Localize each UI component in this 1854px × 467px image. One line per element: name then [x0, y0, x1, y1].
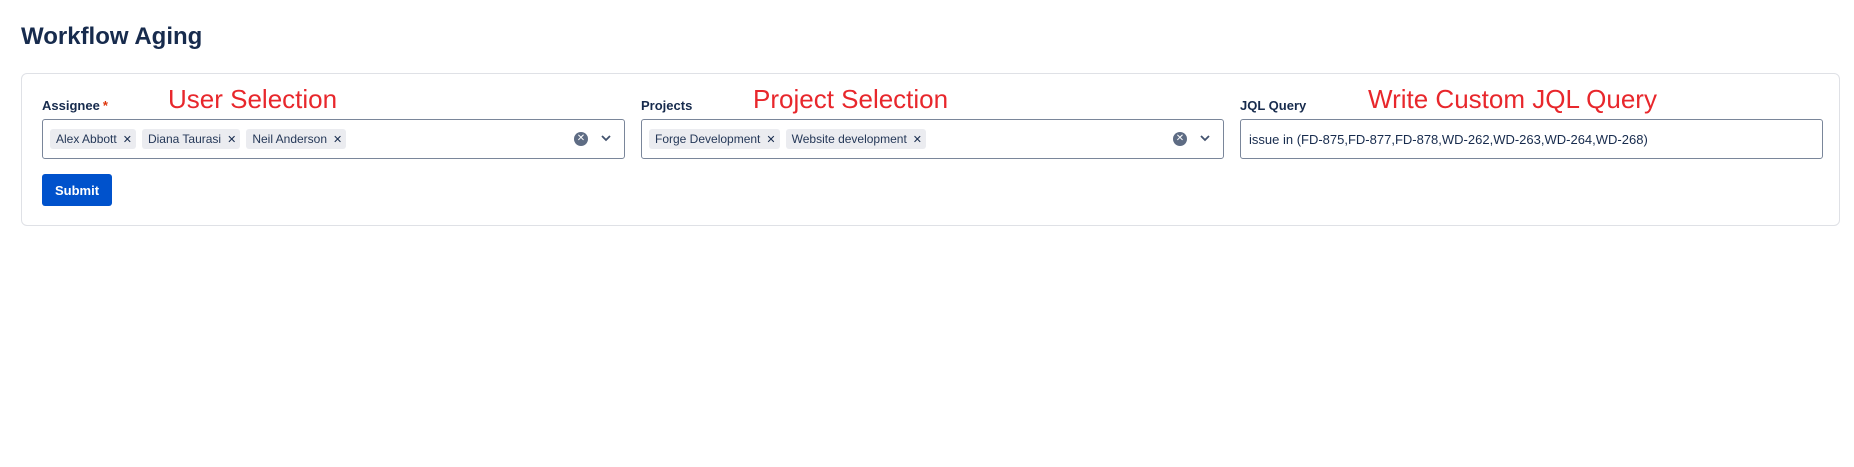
chevron-down-icon[interactable]	[598, 130, 614, 146]
submit-button[interactable]: Submit	[42, 174, 112, 206]
close-icon[interactable]: ✕	[333, 133, 342, 146]
clear-icon[interactable]: ✕	[1173, 132, 1187, 146]
tag-label: Website development	[791, 132, 907, 146]
assignee-select[interactable]: Alex Abbott ✕ Diana Taurasi ✕ Neil Ander…	[42, 119, 625, 159]
close-icon[interactable]: ✕	[766, 133, 775, 146]
required-indicator: *	[102, 98, 108, 113]
assignee-tags: Alex Abbott ✕ Diana Taurasi ✕ Neil Ander…	[50, 129, 347, 149]
projects-tags: Forge Development ✕ Website development …	[649, 129, 927, 149]
projects-annotation: Project Selection	[753, 84, 949, 114]
assignee-label-text: Assignee	[42, 98, 100, 113]
tag-label: Forge Development	[655, 132, 761, 146]
jql-annotation: Write Custom JQL Query	[1368, 84, 1657, 114]
assignee-annotation: User Selection	[168, 84, 338, 114]
project-tag: Website development ✕	[785, 129, 927, 149]
assignee-tag: Neil Anderson ✕	[246, 129, 347, 149]
clear-icon[interactable]: ✕	[574, 132, 588, 146]
assignee-tag: Diana Taurasi ✕	[141, 129, 241, 149]
project-tag: Forge Development ✕	[649, 129, 780, 149]
assignee-label: Assignee *	[42, 98, 108, 113]
tag-label: Neil Anderson	[252, 132, 328, 146]
close-icon[interactable]: ✕	[913, 133, 922, 146]
assignee-tag: Alex Abbott ✕	[50, 129, 136, 149]
tag-label: Diana Taurasi	[147, 132, 222, 146]
close-icon[interactable]: ✕	[227, 133, 236, 146]
chevron-down-icon[interactable]	[1197, 130, 1213, 146]
jql-query-input[interactable]	[1240, 119, 1823, 159]
projects-label: Projects	[641, 98, 693, 113]
close-icon[interactable]: ✕	[123, 133, 132, 146]
tag-label: Alex Abbott	[56, 132, 117, 146]
jql-label: JQL Query	[1240, 98, 1307, 113]
filter-panel: Assignee * User Selection Alex Abbott ✕ D…	[21, 73, 1840, 226]
page-title: Workflow Aging	[21, 23, 203, 50]
projects-select[interactable]: Forge Development ✕ Website development …	[641, 119, 1224, 159]
